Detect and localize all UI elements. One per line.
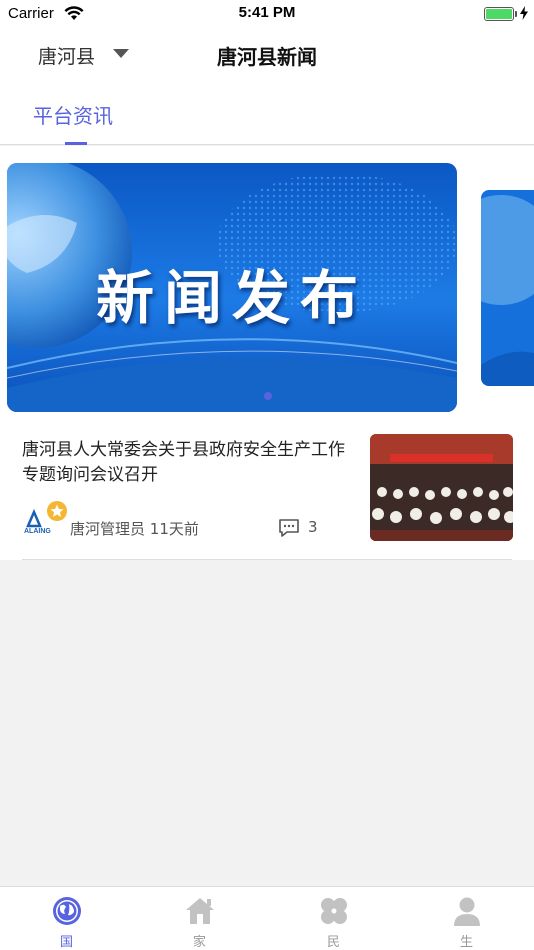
bottom-tab-bar: 国 家 民 生	[0, 886, 534, 950]
article-thumbnail[interactable]	[370, 434, 513, 541]
nav-bar: 唐河县 唐河县新闻	[0, 30, 534, 80]
comment-icon[interactable]	[278, 518, 300, 538]
banner-slide[interactable]: 新闻发布	[7, 163, 457, 412]
tabbar-item-guo[interactable]: 国	[0, 887, 133, 950]
category-tabs: 平台资讯	[0, 80, 534, 145]
tabbar-label-min: 民	[326, 935, 340, 950]
avatar[interactable]: ALAING	[22, 500, 68, 540]
next-banner-background	[481, 190, 534, 386]
battery-icon	[484, 7, 514, 21]
avatar-badge-text: ALAING	[24, 528, 51, 535]
author-name: 唐河管理员	[70, 520, 146, 538]
tabbar-label-sheng: 生	[459, 935, 473, 950]
article-headline[interactable]: 唐河县人大常委会关于县政府安全生产工作专题询问会议召开	[22, 438, 352, 488]
tabbar-item-min[interactable]: 民	[267, 887, 400, 950]
news-feed[interactable]: 新闻发布 唐河县人大常委会关于县政府安全生产工作专题询问会议召开 ALAING …	[0, 146, 534, 560]
tabbar-item-jia[interactable]: 家	[133, 887, 266, 950]
charging-bolt-icon	[520, 6, 528, 20]
tabbar-item-sheng[interactable]: 生	[400, 887, 533, 950]
banner-title: 新闻发布	[95, 264, 368, 332]
tabbar-label-jia: 家	[192, 935, 206, 950]
list-item[interactable]: 唐河县人大常委会关于县政府安全生产工作专题询问会议召开 ALAING 唐河管理员…	[22, 434, 513, 560]
comment-count: 3	[308, 518, 318, 536]
next-banner-slide[interactable]	[481, 190, 534, 386]
carousel-page-indicator[interactable]	[264, 392, 272, 400]
tab-active-indicator	[65, 142, 87, 145]
tabbar-label-guo: 国	[59, 935, 73, 950]
article-time: 11天前	[149, 520, 199, 538]
clover-icon	[321, 898, 347, 924]
status-bar: Carrier 5:41 PM	[0, 0, 534, 30]
status-time: 5:41 PM	[238, 4, 296, 21]
page-title: 唐河县新闻	[217, 45, 317, 69]
tab-platform-news[interactable]: 平台资讯	[33, 100, 113, 129]
person-icon	[454, 897, 480, 926]
globe-icon	[53, 897, 81, 925]
meeting-photo	[370, 434, 513, 541]
article-meta: 唐河管理员 11天前	[70, 518, 199, 539]
battery-tip	[515, 11, 517, 17]
house-icon	[186, 898, 214, 924]
